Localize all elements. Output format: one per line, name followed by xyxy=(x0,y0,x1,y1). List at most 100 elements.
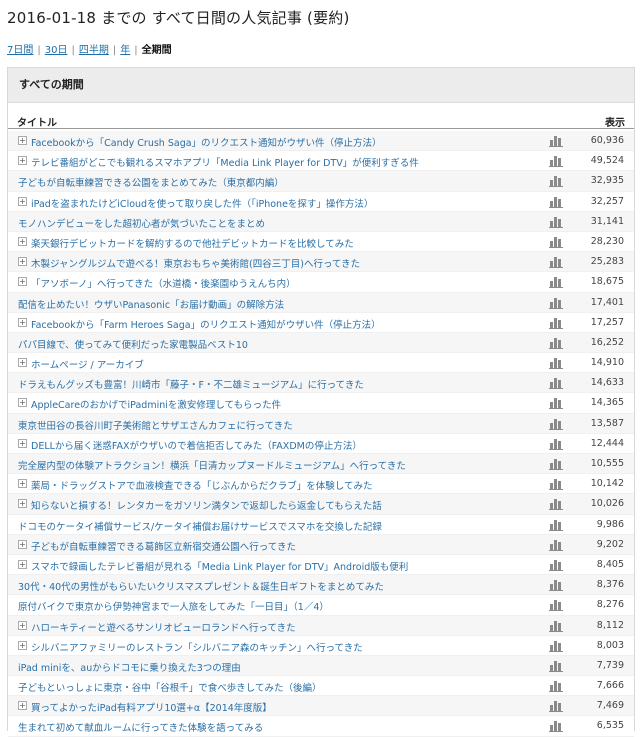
bar-chart-icon[interactable] xyxy=(549,558,563,571)
bar-chart-icon[interactable] xyxy=(549,396,563,410)
post-title-link[interactable]: ホームページ / アーカイブ xyxy=(31,357,144,371)
post-title-link[interactable]: 木製ジャングルジムで遊べる！東京おもちゃ美術館(四谷三丁目)へ行ってきた xyxy=(31,256,360,270)
expand-icon[interactable]: + xyxy=(18,438,27,448)
bar-chart-icon[interactable] xyxy=(549,376,563,390)
bar-chart-icon[interactable] xyxy=(549,598,563,612)
table-row: + 買ってよかったiPad有料アプリ10選+α【2014年度版】 7,469 xyxy=(8,696,634,717)
expand-icon[interactable]: + xyxy=(18,539,27,549)
bar-chart-icon[interactable] xyxy=(549,639,563,652)
table-row: + iPadを盗まれたけどiCloudを使って取り戻した件（「iPhoneを探す」… xyxy=(8,192,634,212)
bar-chart-icon[interactable] xyxy=(549,437,563,450)
post-title-link[interactable]: モノハンデビューをした超初心者が気づいたことをまとめ xyxy=(18,216,265,230)
bar-chart-icon[interactable] xyxy=(549,578,563,592)
post-title-link[interactable]: テレビ番組がどこでも観れるスマホアプリ「Media Link Player fo… xyxy=(31,155,419,169)
post-title-link[interactable]: DELLから届く迷惑FAXがウザいので着信拒否してみた（FAXDMの停止方法） xyxy=(31,438,362,452)
period-link-year[interactable]: 年 xyxy=(120,45,130,56)
view-count: 49,524 xyxy=(590,155,624,167)
post-title-link[interactable]: シルバニアファミリーのレストラン「シルバニア森のキッチン」へ行ってきた xyxy=(31,640,363,654)
bar-chart-icon[interactable] xyxy=(549,477,563,491)
bar-chart-icon[interactable] xyxy=(549,275,563,289)
post-title-link[interactable]: 完全屋内型の体験アトラクション！横浜「日清カップヌードルミュージアム」へ行ってき… xyxy=(18,458,406,472)
expand-icon[interactable]: + xyxy=(18,640,27,650)
bar-chart-icon[interactable] xyxy=(549,215,563,228)
view-count: 8,276 xyxy=(596,599,624,611)
view-count: 13,587 xyxy=(590,417,624,429)
bar-chart-icon[interactable] xyxy=(549,619,563,632)
expand-icon[interactable]: + xyxy=(18,701,27,711)
bar-chart-icon[interactable] xyxy=(549,336,563,349)
bar-chart-icon[interactable] xyxy=(549,296,563,309)
post-title-link[interactable]: ハローキティーと遊べるサンリオピューロランドへ行ってきた xyxy=(31,620,296,634)
bar-chart-icon[interactable] xyxy=(549,417,563,430)
post-title-link[interactable]: Facebookから「Farm Heroes Saga」のリクエスト通知がウザい… xyxy=(31,317,381,331)
post-title-link[interactable]: 子どもが自転車練習できる葛飾区立新宿交通公園へ行ってきた xyxy=(31,539,296,553)
table-row: ドコモのケータイ補償サービス/ケータイ補償お届けサービスでスマホを交換した記録 9… xyxy=(8,515,634,535)
bar-chart-icon[interactable] xyxy=(549,679,563,693)
post-title-link[interactable]: 原付バイクで東京から伊勢神宮まで一人旅をしてみた「一日目」（1／4） xyxy=(18,599,329,613)
post-title-link[interactable]: 東京世田谷の長谷川町子美術館とサザエさんカフェに行ってきた xyxy=(18,418,293,432)
bar-chart-icon[interactable] xyxy=(549,518,563,531)
expand-icon[interactable]: + xyxy=(18,236,27,246)
expand-icon[interactable]: + xyxy=(18,499,27,509)
view-count: 12,444 xyxy=(590,437,624,449)
bar-chart-icon[interactable] xyxy=(549,316,563,329)
expand-icon[interactable]: + xyxy=(18,479,27,489)
table-row: 子どもが自転車練習できる公園をまとめてみた（東京都内編） 32,935 xyxy=(8,171,634,192)
bar-chart-icon[interactable] xyxy=(549,719,563,733)
bar-chart-icon[interactable] xyxy=(549,195,563,208)
post-title-link[interactable]: AppleCareのおかげでiPadminiを激安修理してもらった件 xyxy=(31,397,281,411)
post-title-link[interactable]: 薬局・ドラッグストアで血液検査できる「じぶんからだクラブ」を体験してみた xyxy=(31,478,373,492)
view-count: 32,935 xyxy=(590,175,624,187)
post-title-link[interactable]: iPad miniを、auからドコモに乗り換えた3つの理由 xyxy=(18,660,241,674)
expand-icon[interactable]: + xyxy=(18,196,27,206)
table-row: + 子どもが自転車練習できる葛飾区立新宿交通公園へ行ってきた 9,202 xyxy=(8,534,634,555)
period-link-7days[interactable]: 7日間 xyxy=(7,45,33,56)
post-title-link[interactable]: 知らないと損する！レンタカーをガソリン満タンで返却したら返金してもらえた話 xyxy=(31,498,382,512)
view-count: 16,252 xyxy=(590,336,624,348)
post-title-link[interactable]: 生まれて初めて献血ルームに行ってきた体験を語ってみる xyxy=(18,720,263,734)
expand-icon[interactable]: + xyxy=(18,358,27,368)
post-title-link[interactable]: iPadを盗まれたけどiCloudを使って取り戻した件（「iPhoneを探す」操… xyxy=(31,196,373,210)
bar-chart-icon[interactable] xyxy=(549,174,563,188)
expand-icon[interactable]: + xyxy=(18,398,27,408)
view-count: 8,003 xyxy=(596,639,624,651)
post-title-link[interactable]: パパ目線で、使ってみて便利だった家電製品ベスト10 xyxy=(18,337,248,351)
post-title-link[interactable]: 買ってよかったiPad有料アプリ10選+α【2014年度版】 xyxy=(31,700,272,714)
expand-icon[interactable]: + xyxy=(18,317,27,327)
expand-icon[interactable]: + xyxy=(18,277,27,287)
post-title-link[interactable]: 子どもといっしょに東京・谷中「谷根千」で食べ歩きしてみた（後編） xyxy=(18,680,322,694)
bar-chart-icon[interactable] xyxy=(549,356,563,370)
expand-icon[interactable]: + xyxy=(18,257,27,267)
bar-chart-icon[interactable] xyxy=(549,255,563,269)
post-title-link[interactable]: ドコモのケータイ補償サービス/ケータイ補償お届けサービスでスマホを交換した記録 xyxy=(18,519,382,533)
period-nav: 7日間 | 30日 | 四半期 | 年 | 全期間 xyxy=(7,41,172,56)
table-row: iPad miniを、auからドコモに乗り換えた3つの理由 7,739 xyxy=(8,655,634,677)
bar-chart-icon[interactable] xyxy=(549,235,563,248)
period-link-quarter[interactable]: 四半期 xyxy=(79,45,109,56)
post-title-link[interactable]: スマホで録画したテレビ番組が見れる「Media Link Player for … xyxy=(31,559,408,573)
bar-chart-icon[interactable] xyxy=(549,497,563,511)
post-title-link[interactable]: 子どもが自転車練習できる公園をまとめてみた（東京都内編） xyxy=(18,175,284,189)
separator: | xyxy=(112,45,117,56)
bar-chart-icon[interactable] xyxy=(549,659,563,672)
post-title-link[interactable]: Facebookから「Candy Crush Saga」のリクエスト通知がウザい… xyxy=(31,135,382,149)
bar-chart-icon[interactable] xyxy=(549,457,563,470)
view-count: 10,026 xyxy=(590,498,624,510)
post-title-link[interactable]: ドラえもんグッズも豊富！川崎市「藤子・F・不二雄ミュージアム」に行ってきた xyxy=(18,377,364,391)
bar-chart-icon[interactable] xyxy=(549,538,563,551)
expand-icon[interactable]: + xyxy=(18,156,27,166)
expand-icon[interactable]: + xyxy=(18,620,27,630)
post-title-link[interactable]: 30代・40代の男性がもらいたいクリスマスプレゼント＆誕生日ギフトをまとめてみた xyxy=(18,579,384,593)
bar-chart-icon[interactable] xyxy=(549,154,563,168)
view-count: 14,633 xyxy=(590,377,624,389)
bar-chart-icon[interactable] xyxy=(549,134,563,147)
expand-icon[interactable]: + xyxy=(18,559,27,569)
expand-icon[interactable]: + xyxy=(18,136,27,145)
period-link-30days[interactable]: 30日 xyxy=(45,45,68,56)
post-title-link[interactable]: 「アソボーノ」へ行ってきた（水道橋・後楽園ゆうえんち内） xyxy=(31,276,296,290)
post-title-link[interactable]: 配信を止めたい！ウザいPanasonic「お届け動画」の解除方法 xyxy=(18,297,284,311)
table-row: + 木製ジャングルジムで遊べる！東京おもちゃ美術館(四谷三丁目)へ行ってきた 25,… xyxy=(8,252,634,273)
table-row: 完全屋内型の体験アトラクション！横浜「日清カップヌードルミュージアム」へ行ってき… xyxy=(8,454,634,475)
bar-chart-icon[interactable] xyxy=(549,699,563,713)
post-title-link[interactable]: 楽天銀行デビットカードを解約するので他社デビットカードを比較してみた xyxy=(31,236,354,250)
